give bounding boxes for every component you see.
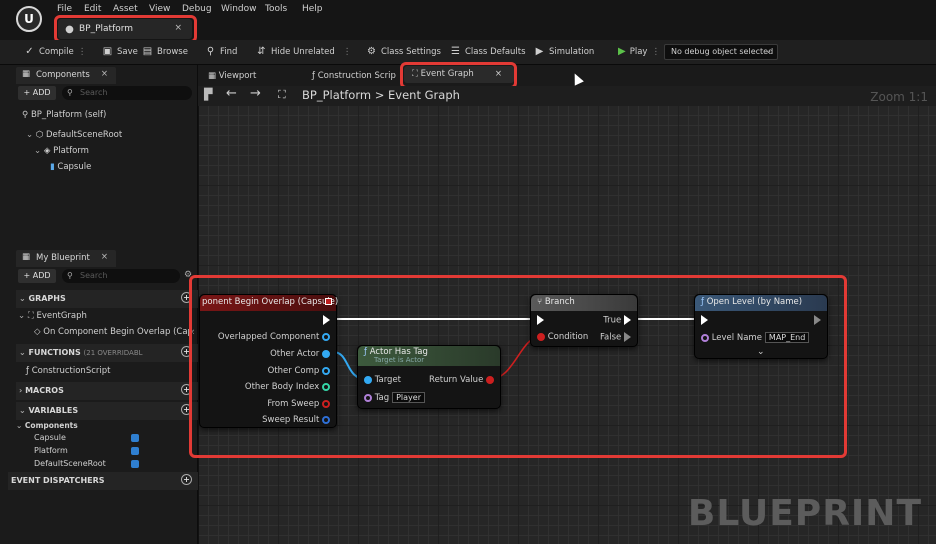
function-node-open-level[interactable]: ƒ Open Level (by Name) Level Name MAP_End… (694, 294, 828, 359)
macro-node-branch[interactable]: ⑂ Branch True Condition False (530, 294, 638, 347)
node-subtitle: Target is Actor (374, 356, 425, 364)
exec-in-pin[interactable] (537, 315, 544, 326)
node-header: ƒ Open Level (by Name) (695, 295, 827, 311)
delegate-pin-icon[interactable] (325, 298, 332, 305)
pin-level-name[interactable]: Level Name MAP_End (701, 332, 810, 343)
pin-sweep-result[interactable]: Sweep Result (262, 415, 330, 425)
function-node-actor-has-tag[interactable]: ƒ Actor Has Tag Target is Actor Target T… (357, 345, 501, 409)
pin-label: Level Name (711, 333, 762, 343)
function-icon: ƒ (701, 297, 704, 307)
pin-label: False (599, 332, 622, 343)
node-header: ⑂ Branch (531, 295, 637, 311)
pin-label: Condition (547, 332, 589, 342)
exec-in-pin[interactable] (701, 315, 708, 326)
pin-label: Overlapped Component (217, 332, 320, 342)
exec-out-pin[interactable] (323, 315, 330, 326)
pin-label: Other Body Index (244, 382, 320, 392)
pin-from-sweep[interactable]: From Sweep (267, 399, 330, 409)
level-name-field[interactable]: MAP_End (764, 332, 810, 343)
pin-label: True (603, 315, 622, 326)
pin-true[interactable]: True (603, 315, 631, 326)
pin-other-body-index[interactable]: Other Body Index (245, 382, 330, 392)
pin-tag[interactable]: Tag Player (364, 392, 425, 403)
function-icon: ƒ (364, 347, 367, 357)
pin-target[interactable]: Target (364, 375, 401, 385)
pin-return-value[interactable]: Return Value (429, 375, 494, 385)
node-title: ponent Begin Overlap (Capsule) (202, 297, 339, 307)
pin-false[interactable]: False (600, 332, 631, 343)
pin-label: Target (374, 375, 401, 385)
branch-icon: ⑂ (537, 297, 543, 307)
node-title: Branch (544, 297, 575, 307)
event-node-begin-overlap[interactable]: ponent Begin Overlap (Capsule) Overlappe… (199, 294, 339, 428)
blueprint-watermark: BLUEPRINT (687, 493, 922, 534)
pin-label: Other Comp (267, 366, 320, 376)
exec-out-pin[interactable] (814, 315, 821, 326)
node-header: ƒ Actor Has Tag Target is Actor (358, 346, 500, 366)
pin-other-comp[interactable]: Other Comp (268, 366, 330, 376)
pin-label: Other Actor (270, 349, 320, 359)
node-title: Open Level (by Name) (706, 297, 803, 307)
pin-label: Tag (374, 393, 390, 403)
pin-label: From Sweep (267, 399, 320, 409)
chevron-down-icon[interactable]: ⌄ (757, 347, 765, 357)
tag-value-field[interactable]: Player (392, 392, 425, 403)
pin-overlapped-component[interactable]: Overlapped Component (218, 332, 330, 342)
pin-label: Sweep Result (262, 415, 320, 425)
pin-label: Return Value (429, 375, 484, 385)
pin-other-actor[interactable]: Other Actor (270, 349, 330, 359)
node-header: ponent Begin Overlap (Capsule) (200, 295, 339, 311)
pin-condition[interactable]: Condition (537, 332, 588, 342)
wires (332, 318, 700, 380)
